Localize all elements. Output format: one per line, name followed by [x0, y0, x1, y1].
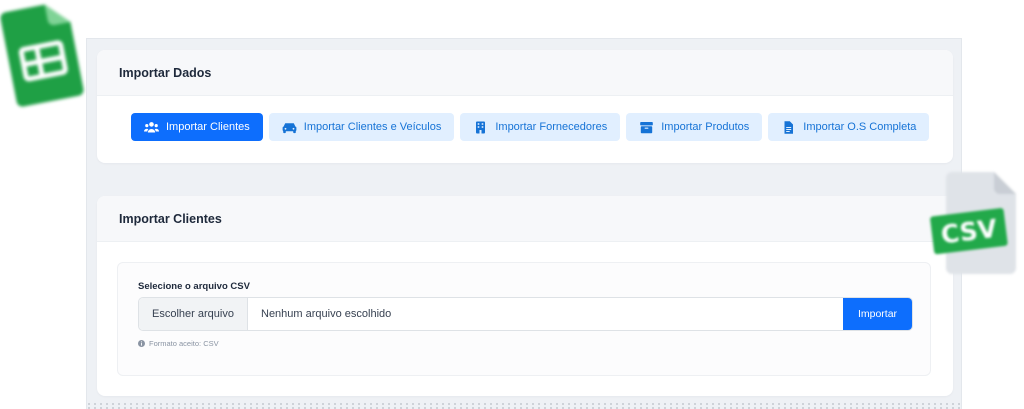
app-frame: Importar Dados Importar Clientes Importa… — [86, 38, 962, 409]
building-icon — [476, 121, 486, 133]
csv-field-label: Selecione o arquivo CSV — [138, 281, 250, 292]
choose-file-button[interactable]: Escolher arquivo — [139, 298, 248, 330]
import-data-card: Importar Dados Importar Clientes Importa… — [97, 50, 953, 163]
tab-import-products[interactable]: Importar Produtos — [626, 113, 763, 141]
import-data-header: Importar Dados — [97, 50, 953, 96]
tab-label: Importar Fornecedores — [495, 121, 608, 133]
file-input[interactable]: Escolher arquivo Nenhum arquivo escolhid… — [138, 297, 913, 331]
import-tabs: Importar Clientes Importar Clientes e Ve… — [97, 96, 953, 141]
tab-label: Importar Clientes e Veículos — [303, 121, 442, 133]
upload-panel: Selecione o arquivo CSV Escolher arquivo… — [117, 262, 931, 376]
car-icon — [282, 122, 297, 133]
dotted-divider — [86, 402, 962, 409]
format-hint-text: Formato aceito: CSV — [149, 339, 219, 348]
import-button[interactable]: Importar — [843, 298, 912, 330]
format-hint: Formato aceito: CSV — [138, 339, 219, 348]
import-clients-header: Importar Clientes — [97, 196, 953, 242]
tab-import-clients-vehicles[interactable]: Importar Clientes e Veículos — [268, 113, 455, 141]
tab-label: Importar O.S Completa — [803, 121, 917, 133]
users-icon — [144, 121, 159, 132]
tab-import-clients[interactable]: Importar Clientes — [131, 113, 263, 141]
info-icon — [138, 340, 145, 347]
file-icon — [784, 120, 794, 134]
spreadsheet-icon — [0, 0, 85, 107]
import-data-title: Importar Dados — [119, 65, 212, 80]
selected-file-name: Nenhum arquivo escolhido — [261, 308, 392, 320]
tab-import-suppliers[interactable]: Importar Fornecedores — [460, 113, 621, 141]
import-clients-title: Importar Clientes — [119, 211, 222, 226]
import-clients-card: Importar Clientes Selecione o arquivo CS… — [97, 196, 953, 396]
tab-label: Importar Clientes — [166, 121, 250, 133]
tab-label: Importar Produtos — [661, 121, 750, 133]
csv-file-icon: CSV — [930, 168, 1022, 278]
box-icon — [640, 121, 654, 133]
tab-import-service-orders[interactable]: Importar O.S Completa — [768, 113, 930, 141]
